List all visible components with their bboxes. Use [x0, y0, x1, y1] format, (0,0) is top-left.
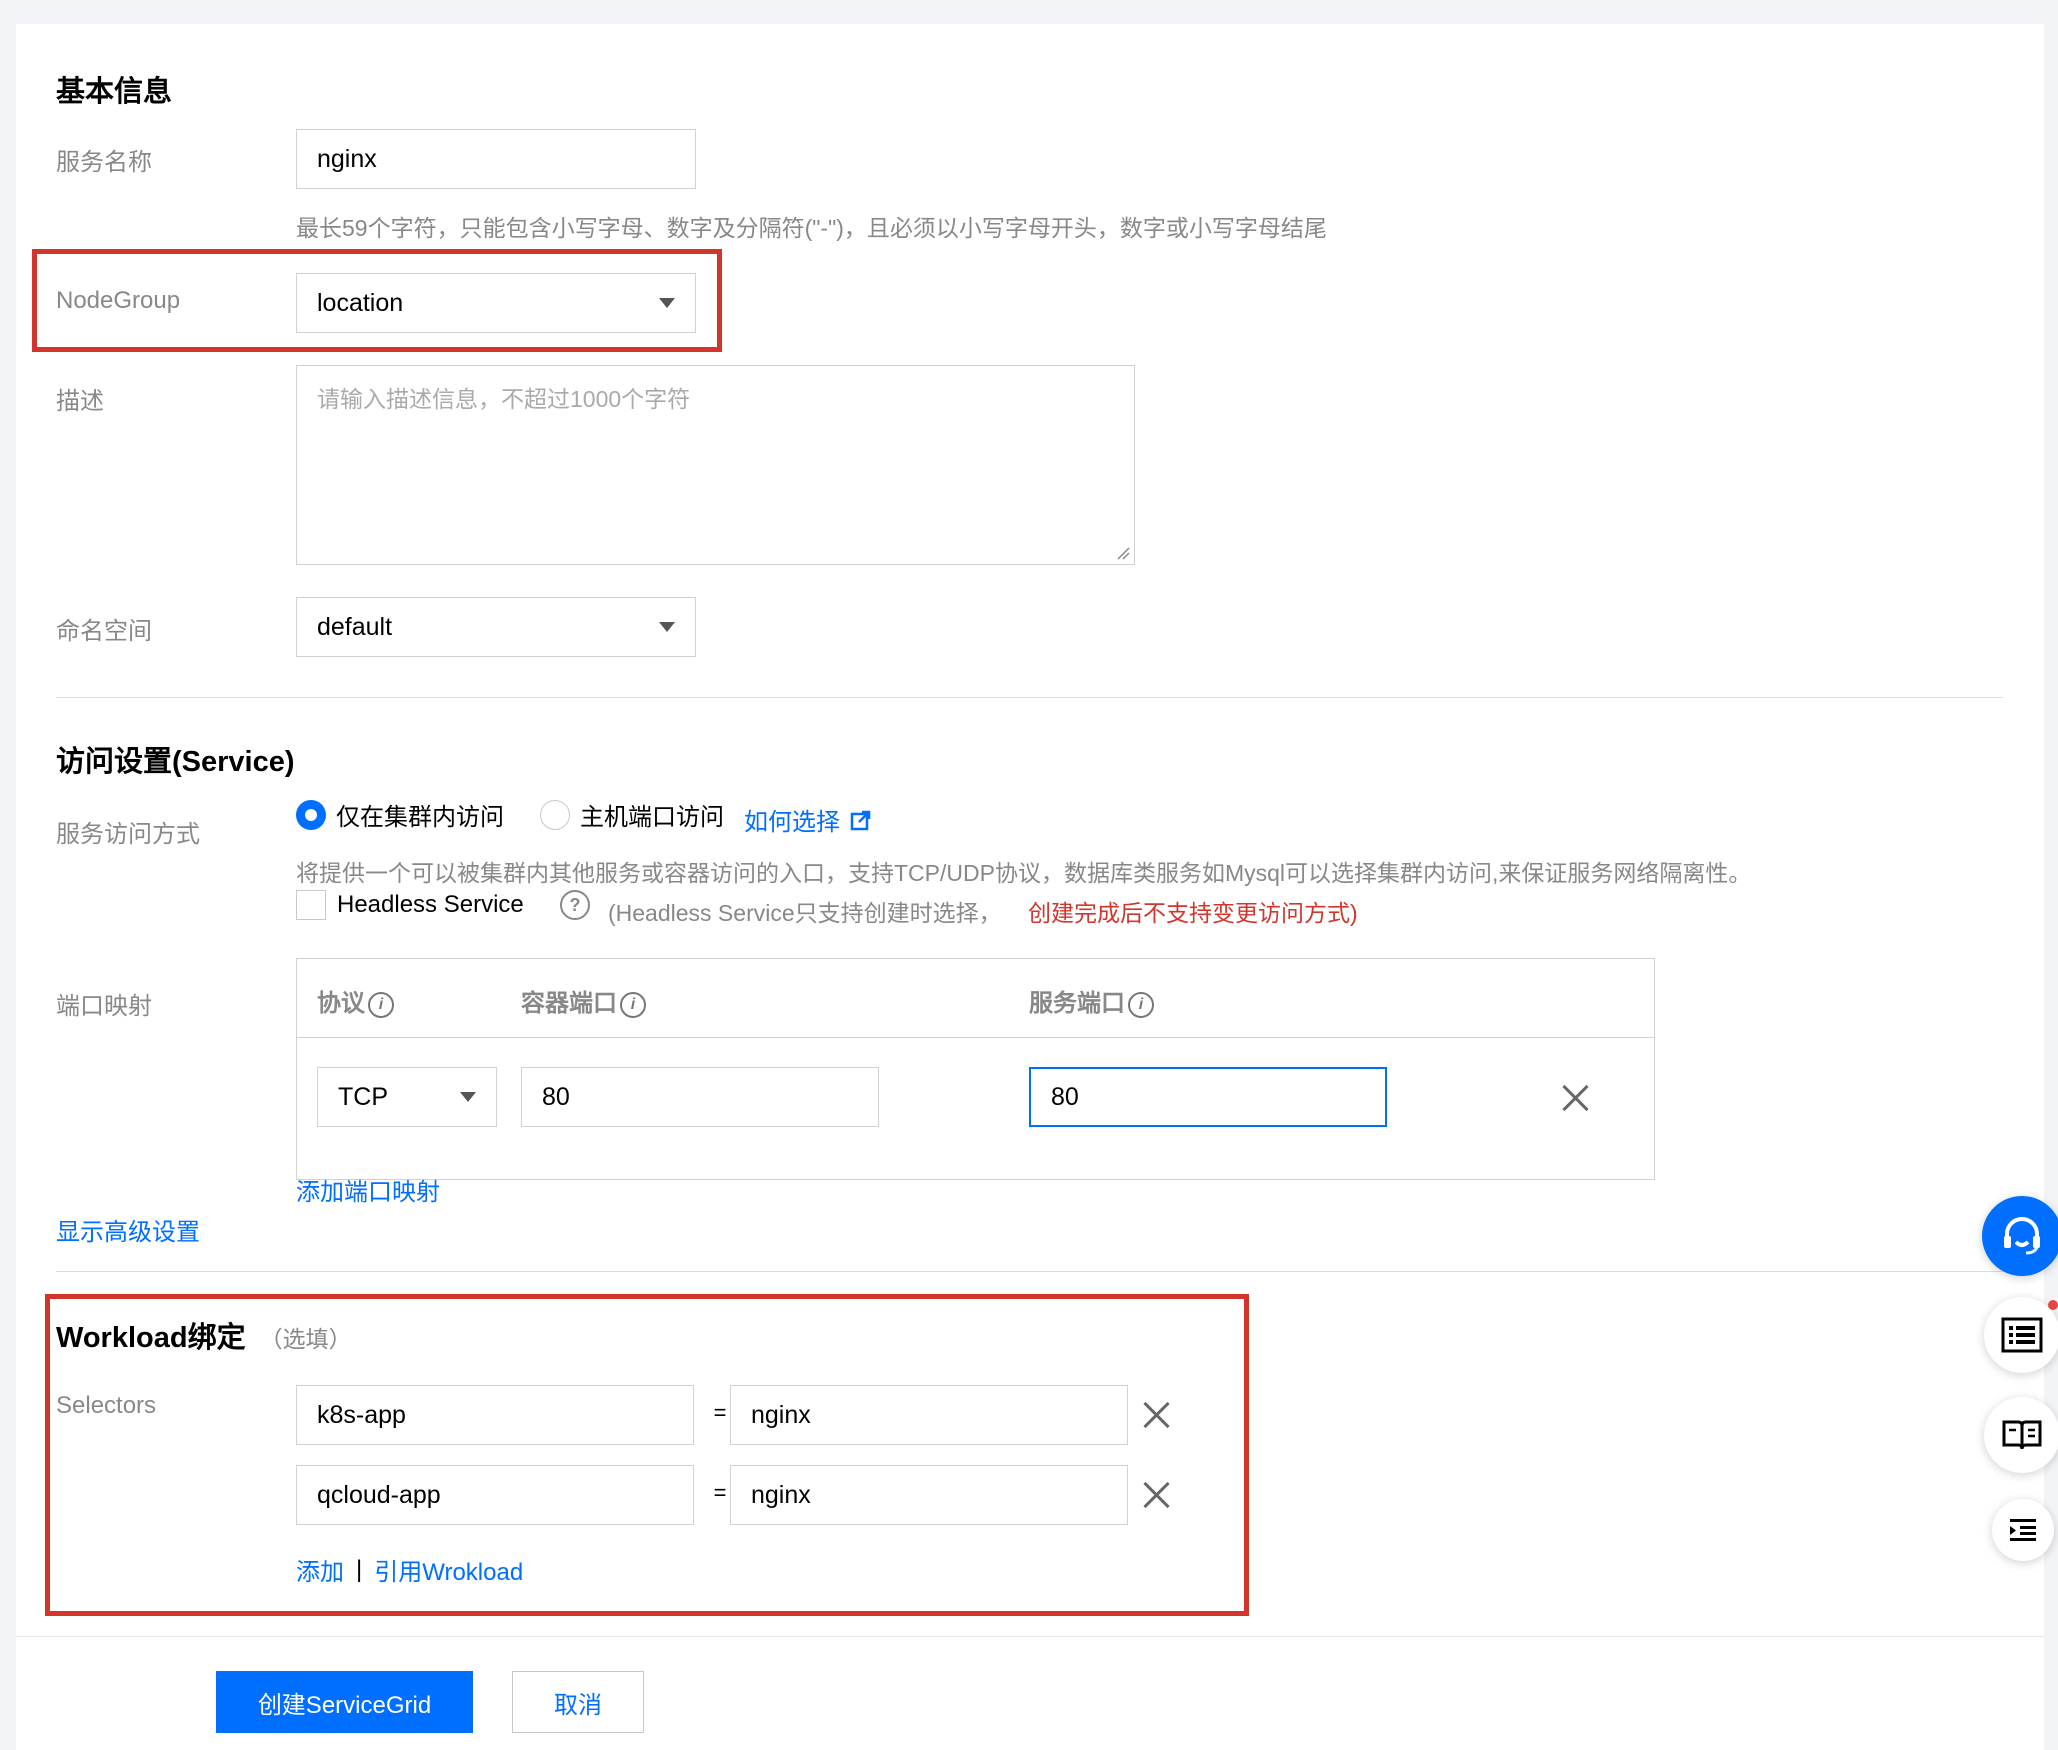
create-servicegrid-button[interactable]: 创建ServiceGrid [216, 1671, 473, 1733]
chevron-down-icon [659, 622, 675, 632]
how-to-choose-text: 如何选择 [744, 809, 840, 836]
info-icon[interactable]: i [1128, 991, 1154, 1018]
section-divider [56, 697, 2003, 698]
headless-hint: (Headless Service只支持创建时选择， [608, 900, 1002, 926]
service-name-label: 服务名称 [56, 149, 152, 176]
description-placeholder: 请输入描述信息，不超过1000个字符 [317, 386, 691, 412]
col-service-port-text: 服务端口 [1029, 990, 1125, 1017]
remove-selector-close-icon[interactable] [1141, 1480, 1171, 1510]
access-mode-hint: 将提供一个可以被集群内其他服务或容器访问的入口，支持TCP/UDP协议，数据库类… [296, 860, 1752, 886]
chevron-down-icon [460, 1092, 476, 1102]
selector-value-input[interactable]: nginx [730, 1465, 1128, 1525]
radio-host-port[interactable]: 主机端口访问 [540, 797, 724, 832]
selector-key-input[interactable]: k8s-app [296, 1385, 694, 1445]
selector-key-value: qcloud-app [317, 1480, 441, 1509]
protocol-select[interactable]: TCP [317, 1067, 497, 1127]
outline-icon [2010, 1519, 2036, 1541]
container-port-input[interactable]: 80 [521, 1067, 879, 1127]
chevron-down-icon [659, 298, 675, 308]
radio-unchecked-icon [540, 799, 570, 830]
headless-checkbox[interactable] [296, 890, 326, 920]
port-mapping-table: 协议 i 容器端口 i 服务端口 i TCP 80 80 [296, 958, 1655, 1180]
actions-separator: | [356, 1555, 363, 1583]
radio-host-label: 主机端口访问 [580, 804, 724, 831]
namespace-label: 命名空间 [56, 618, 152, 645]
section-title-basic: 基本信息 [56, 76, 173, 108]
selectors-label: Selectors [56, 1392, 157, 1419]
outline-button[interactable] [1992, 1499, 2054, 1561]
remove-port-mapping-close-icon[interactable] [1560, 1083, 1590, 1113]
col-service-port: 服务端口 i [1029, 983, 1154, 1018]
nodegroup-select[interactable]: location [296, 273, 696, 333]
selector-key-input[interactable]: qcloud-app [296, 1465, 694, 1525]
table-header-divider [297, 1037, 1654, 1038]
service-port-value: 80 [1051, 1082, 1079, 1111]
add-port-mapping-link[interactable]: 添加端口映射 [296, 1172, 440, 1207]
selector-value-text: nginx [751, 1400, 811, 1429]
cancel-button[interactable]: 取消 [512, 1671, 644, 1733]
how-to-choose-link[interactable]: 如何选择 [744, 802, 872, 837]
col-container-port: 容器端口 i [521, 983, 646, 1018]
service-name-hint: 最长59个字符，只能包含小写字母、数字及分隔符("-")，且必须以小写字母开头，… [296, 215, 1327, 241]
section-title-workload: Workload绑定 （选填） [56, 1314, 352, 1356]
headless-checkbox-row[interactable]: Headless Service [296, 890, 524, 920]
description-label: 描述 [56, 388, 104, 415]
protocol-value: TCP [338, 1082, 388, 1111]
nodegroup-label: NodeGroup [56, 287, 181, 314]
col-protocol: 协议 i [317, 983, 394, 1018]
namespace-select[interactable]: default [296, 597, 696, 657]
headless-label: Headless Service [337, 891, 524, 918]
workload-optional-text: （选填） [259, 1326, 352, 1352]
service-name-value: nginx [317, 144, 377, 173]
list-icon [2001, 1317, 2043, 1353]
selector-key-value: k8s-app [317, 1400, 406, 1429]
reference-workload-link[interactable]: 引用Wrokload [374, 1552, 523, 1587]
container-port-value: 80 [542, 1082, 570, 1111]
selector-value-text: nginx [751, 1480, 811, 1509]
service-name-input[interactable]: nginx [296, 129, 696, 189]
help-icon[interactable]: ? [560, 890, 590, 920]
show-advanced-settings-link[interactable]: 显示高级设置 [56, 1212, 200, 1247]
headless-warning: 创建完成后不支持变更访问方式) [1028, 900, 1358, 926]
radio-cluster-label: 仅在集群内访问 [336, 804, 504, 831]
workload-title-text: Workload绑定 [56, 1322, 246, 1354]
selector-actions: 添加 | 引用Wrokload [296, 1552, 523, 1587]
selector-value-input[interactable]: nginx [730, 1385, 1128, 1445]
add-selector-link[interactable]: 添加 [296, 1552, 344, 1587]
notification-dot [2048, 1300, 2058, 1310]
footer-divider [16, 1636, 2044, 1637]
external-link-icon [850, 810, 871, 830]
info-icon[interactable]: i [620, 991, 646, 1018]
support-button[interactable] [1982, 1196, 2058, 1276]
book-icon [2002, 1420, 2042, 1450]
radio-checked-icon [296, 799, 326, 830]
list-button[interactable] [1984, 1297, 2058, 1373]
col-protocol-text: 协议 [317, 990, 365, 1017]
nodegroup-value: location [317, 288, 404, 317]
resize-handle-icon[interactable] [1116, 546, 1130, 560]
description-textarea[interactable]: 请输入描述信息，不超过1000个字符 [296, 365, 1135, 565]
access-mode-label: 服务访问方式 [56, 821, 200, 848]
section-title-access: 访问设置(Service) [56, 746, 295, 778]
info-icon[interactable]: i [368, 991, 394, 1018]
headset-icon [2004, 1217, 2040, 1255]
remove-selector-close-icon[interactable] [1141, 1400, 1171, 1430]
section-divider [56, 1271, 2003, 1272]
service-port-input[interactable]: 80 [1029, 1067, 1387, 1127]
docs-button[interactable] [1984, 1397, 2058, 1473]
col-container-port-text: 容器端口 [521, 990, 617, 1017]
namespace-value: default [317, 612, 393, 641]
radio-cluster-only[interactable]: 仅在集群内访问 [296, 797, 504, 832]
form-panel: 基本信息 服务名称 nginx 最长59个字符，只能包含小写字母、数字及分隔符(… [16, 24, 2044, 1750]
port-mapping-label: 端口映射 [56, 993, 152, 1020]
